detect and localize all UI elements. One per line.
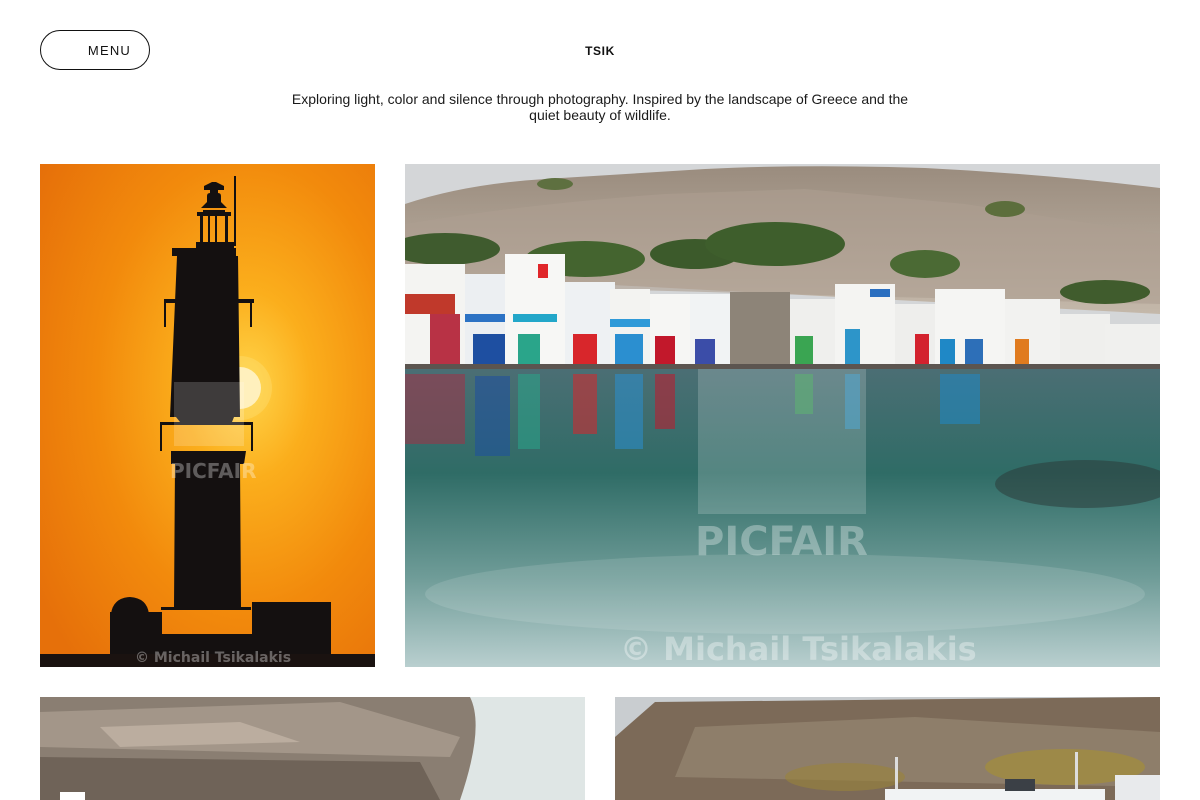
picfair-watermark: PICFAIR [170,459,257,483]
picfair-logo-watermark [698,369,866,514]
intro-text: Exploring light, color and silence throu… [291,91,909,123]
site-title[interactable]: TSIK [0,44,1200,58]
portfolio-page: MENU TSIK Exploring light, color and sil… [0,0,1200,800]
gallery-photo-village[interactable] [615,697,1160,800]
picfair-watermark: PICFAIR [695,519,868,565]
sea-cliff-image [40,697,585,800]
gallery-photo-lighthouse[interactable]: PICFAIR © Michail Tsikalakis [40,164,375,667]
hillside-village-image [615,697,1160,800]
picfair-logo-watermark [174,382,244,446]
gallery-photo-harbor[interactable]: PICFAIR © Michail Tsikalakis [405,164,1160,667]
photo-copyright: © Michail Tsikalakis [135,650,292,666]
gallery-photo-cliff[interactable] [40,697,585,800]
photo-copyright: © Michail Tsikalakis [620,630,977,667]
